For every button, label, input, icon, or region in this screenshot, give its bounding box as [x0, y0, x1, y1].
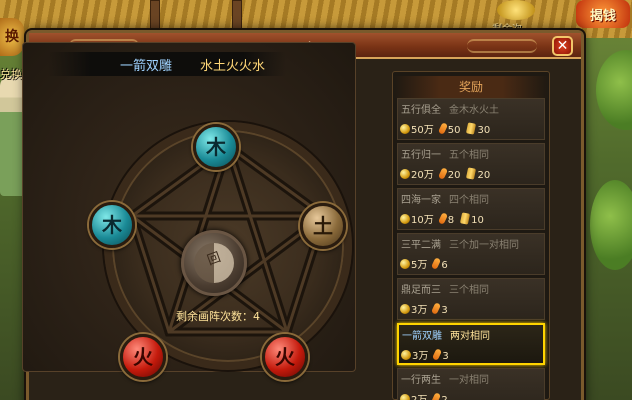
- reward-condition: 金木水火土: [449, 105, 499, 116]
- reward-values-row: 50万 50 30: [400, 121, 490, 136]
- reward-title-row: 一箭双雕 两对相同: [402, 327, 490, 342]
- carrot-icon: [437, 167, 448, 180]
- reward-coins: 50万: [411, 125, 434, 136]
- wooden-post: [232, 0, 242, 34]
- reward-condition: 五个相同: [449, 150, 489, 161]
- reward-title-row: 五行俱全 金木水火土: [401, 101, 499, 116]
- reward-name: 三平二满: [401, 240, 441, 251]
- reward-values-row: 3万 3: [400, 301, 448, 316]
- coin-icon: [400, 259, 410, 269]
- combo-elements: 水土火火水: [200, 59, 266, 74]
- reward-name: 鼎足而三: [401, 285, 441, 296]
- reward-values-row: 5万 6: [400, 256, 448, 271]
- reward-name: 一箭双雕: [402, 331, 442, 342]
- tree-foliage: [596, 50, 632, 130]
- element-orb-top[interactable]: 木: [193, 124, 239, 170]
- reward-coins: 3万: [412, 351, 429, 362]
- carrot-icon: [431, 302, 442, 315]
- reward-scrolls: 30: [477, 125, 491, 136]
- reward-coins: 3万: [411, 305, 428, 316]
- reward-condition: 一对相同: [449, 375, 489, 386]
- wooden-post: [150, 0, 160, 34]
- reward-values-row: 3万 3: [401, 347, 449, 362]
- element-orb-bottom-right[interactable]: 火: [262, 334, 308, 380]
- coin-icon: [400, 304, 410, 314]
- reward-card[interactable]: 一箭双雕 两对相同 3万 3: [397, 323, 545, 365]
- element-orb-left[interactable]: 木: [89, 202, 135, 248]
- reward-carrots: 3: [441, 305, 448, 316]
- reward-values-row: 2万 2: [400, 391, 448, 400]
- reward-card[interactable]: 五行俱全 金木水火土 50万 50 30: [397, 98, 545, 140]
- rewards-panel: 奖励 五行俱全 金木水火土 50万 50 30 五行归一 五个相同 20万 20 20 四海一家 四个…: [392, 71, 550, 400]
- coin-icon: [400, 169, 410, 179]
- coin-icon: [400, 214, 410, 224]
- scroll-icon: [466, 122, 477, 135]
- reward-coins: 20万: [411, 170, 434, 181]
- reward-card[interactable]: 四海一家 四个相同 10万 8 10: [397, 188, 545, 230]
- reward-coins: 2万: [411, 395, 427, 400]
- element-orb-bottom-left[interactable]: 火: [120, 334, 166, 380]
- reward-values-row: 10万 8 10: [400, 211, 484, 226]
- tree-foliage: [590, 180, 632, 270]
- lottery-button[interactable]: 揭钱: [576, 0, 630, 28]
- coin-icon: [497, 0, 535, 20]
- reward-carrots: 20: [447, 170, 461, 181]
- reward-title-row: 一行两生 一对相同: [401, 371, 489, 386]
- reward-card[interactable]: 五行归一 五个相同 20万 20 20: [397, 143, 545, 185]
- remaining-attempts-text: 剩余画阵次数：4: [176, 310, 260, 323]
- reward-condition: 三个相同: [449, 285, 489, 296]
- reward-coins: 10万: [411, 215, 434, 226]
- coin-icon: [400, 394, 410, 400]
- reward-title-row: 五行归一 五个相同: [401, 146, 489, 161]
- reward-card[interactable]: 一行两生一对相同 2万 2: [397, 368, 545, 400]
- reward-carrots: 6: [441, 260, 448, 271]
- close-button[interactable]: ✕: [552, 36, 573, 56]
- coin-icon: [400, 124, 410, 134]
- reward-scrolls: 10: [471, 215, 484, 226]
- reward-carrots: 3: [442, 351, 449, 362]
- reward-coins: 5万: [411, 260, 428, 271]
- reward-card[interactable]: 三平二满 三个加一对相同 5万 6: [397, 233, 545, 275]
- carrot-icon: [437, 122, 448, 135]
- scroll-icon: [466, 167, 477, 180]
- carrot-icon: [431, 392, 442, 400]
- reward-card[interactable]: 鼎足而三 三个相同 3万 3: [397, 278, 545, 320]
- rewards-header: 奖励: [393, 76, 549, 98]
- reward-title-row: 三平二满 三个加一对相同: [401, 236, 519, 251]
- reward-condition: 三个加一对相同: [449, 240, 519, 251]
- scroll-icon: [460, 212, 471, 225]
- reward-title-row: 鼎足而三 三个相同: [401, 281, 489, 296]
- reward-name: 五行俱全: [401, 105, 441, 116]
- reward-name: 五行归一: [401, 150, 441, 161]
- combo-name: 一箭双雕: [120, 59, 173, 74]
- reward-title-row: 四海一家 四个相同: [401, 191, 489, 206]
- reward-carrots: 2: [441, 395, 447, 400]
- carrot-icon: [432, 348, 443, 361]
- swap-button[interactable]: 换: [0, 18, 24, 56]
- reward-carrots: 50: [447, 125, 461, 136]
- coin-icon: [401, 350, 411, 360]
- reward-condition: 两对相同: [450, 331, 490, 342]
- carrot-icon: [431, 257, 442, 270]
- carrot-icon: [437, 212, 448, 225]
- reward-name: 一行两生: [401, 375, 441, 386]
- reward-scrolls: 20: [477, 170, 491, 181]
- reward-values-row: 20万 20 20: [400, 166, 490, 181]
- reward-name: 四海一家: [401, 195, 441, 206]
- reward-condition: 四个相同: [449, 195, 489, 206]
- reward-carrots: 8: [447, 215, 455, 226]
- element-orb-right[interactable]: 土: [300, 203, 346, 249]
